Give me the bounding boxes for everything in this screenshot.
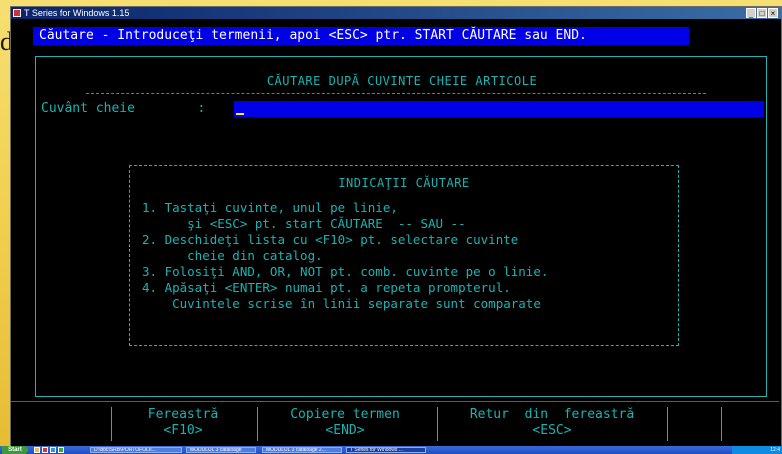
fkey-window[interactable]: Fereastră <F10> (115, 407, 251, 441)
taskbar-item[interactable]: MODULUL 3 cataloage 2... (262, 447, 342, 453)
close-icon[interactable]: × (768, 8, 778, 18)
search-hints-box: INDICAŢII CĂUTARE 1. Tastaţi cuvinte, un… (129, 165, 679, 346)
fkey-key: <ESC> (532, 423, 572, 438)
prompt-line: Căutare - Introduceţi termenii, apoi <ES… (33, 27, 689, 45)
quick-launch-icon[interactable] (58, 447, 64, 453)
key-separator (667, 407, 668, 441)
window-titlebar[interactable]: T Series for Windows 1.15 _ □ × (11, 7, 781, 19)
hint-line: 2. Deschideţi lista cu <F10> pt. selecta… (142, 232, 519, 247)
quick-launch-icon[interactable] (42, 447, 48, 453)
fkey-copy-term[interactable]: Copiere termen <END> (261, 407, 429, 441)
hint-line: 4. Apăsaţi <ENTER> numai pt. a repeta pr… (142, 280, 511, 295)
clock: 12:4 (770, 447, 780, 453)
windows-taskbar: Start D:\doc\SRB\PORTOFOLII... MODULUL 3… (0, 446, 782, 454)
minimize-icon[interactable]: _ (746, 8, 756, 18)
system-tray: 12:4 (732, 446, 782, 454)
hints-title: INDICAŢII CĂUTARE (338, 176, 470, 190)
fkey-label: Copiere termen (290, 407, 400, 422)
text-cursor (236, 113, 244, 115)
hint-line: 3. Folosiţi AND, OR, NOT pt. comb. cuvin… (142, 264, 549, 279)
quick-launch-icon[interactable] (50, 447, 56, 453)
fkey-label: Fereastră (147, 407, 219, 422)
keyword-label: Cuvânt cheie : (41, 101, 206, 116)
function-key-bar: Fereastră <F10> Copiere termen <END> Ret… (101, 407, 731, 441)
fkey-key: <END> (325, 423, 365, 438)
footer-divider (11, 401, 779, 402)
hint-line: Cuvintele scrise în linii separate sunt … (142, 296, 541, 311)
fkey-return[interactable]: Retur din fereastră <ESC> (441, 407, 663, 441)
hint-line: 1. Tastaţi cuvinte, unul pe linie, (142, 200, 398, 215)
key-separator (721, 407, 722, 441)
maximize-icon[interactable]: □ (757, 8, 767, 18)
quick-launch-icon[interactable] (34, 447, 40, 453)
window-title: T Series for Windows 1.15 (24, 8, 130, 18)
fkey-key: <F10> (163, 423, 203, 438)
hint-line: cheie din catalog. (142, 248, 323, 263)
start-button[interactable]: Start (2, 446, 28, 454)
key-separator (111, 407, 112, 441)
taskbar-item[interactable]: D:\doc\SRB\PORTOFOLII... (90, 447, 182, 453)
keyword-search-frame: CĂUTARE DUPĂ CUVINTE CHEIE ARTICOLE Cuvâ… (35, 56, 767, 397)
key-separator (257, 407, 258, 441)
terminal-window: T Series for Windows 1.15 _ □ × Căutare … (10, 6, 782, 448)
taskbar-item-active[interactable]: T Series for Windows ... (346, 447, 426, 453)
search-heading: CĂUTARE DUPĂ CUVINTE CHEIE ARTICOLE (266, 74, 538, 88)
app-icon (13, 9, 21, 17)
heading-divider (86, 93, 706, 94)
keyword-input[interactable] (234, 101, 764, 117)
fkey-label: Retur din fereastră (469, 407, 635, 422)
taskbar-item[interactable]: MODULUL 3 cataloage (186, 447, 256, 453)
hint-line: şi <ESC> pt. start CĂUTARE -- SAU -- (142, 216, 466, 231)
console-area: Căutare - Introduceţi termenii, apoi <ES… (11, 19, 781, 447)
window-controls: _ □ × (746, 8, 778, 18)
key-separator (437, 407, 438, 441)
